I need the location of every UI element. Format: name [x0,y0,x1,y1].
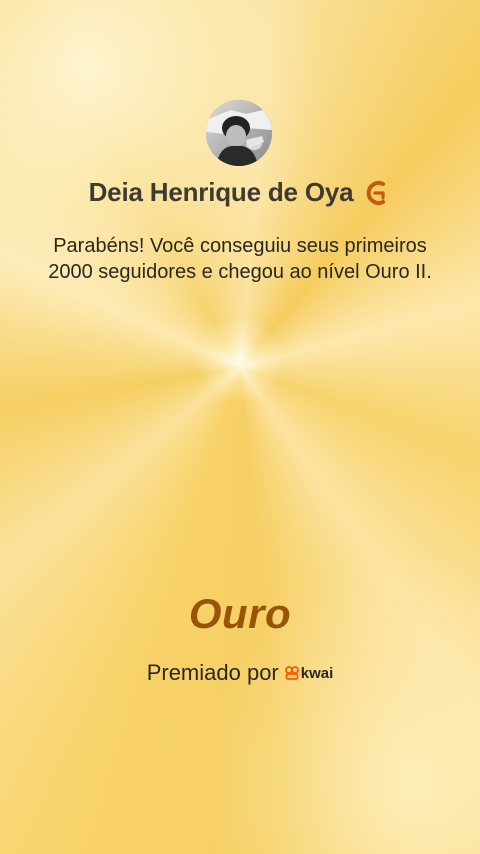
avatar [206,100,272,166]
profile-name-row: Deia Henrique de Oya [0,177,480,208]
ouro-level-icon [361,178,391,208]
awarded-by: Premiado por kwai [0,660,480,686]
light-glare [190,320,290,400]
tier-title: Ouro [188,590,292,637]
awarded-by-label: Premiado por [146,660,279,685]
kwai-brand-text: kwai [300,664,334,682]
kwai-logo: kwai [284,664,334,682]
congratulations-message: Parabéns! Você conseguiu seus primeiros … [48,235,432,283]
profile-name: Deia Henrique de Oya [88,177,354,207]
kwai-logo-icon [284,666,299,680]
